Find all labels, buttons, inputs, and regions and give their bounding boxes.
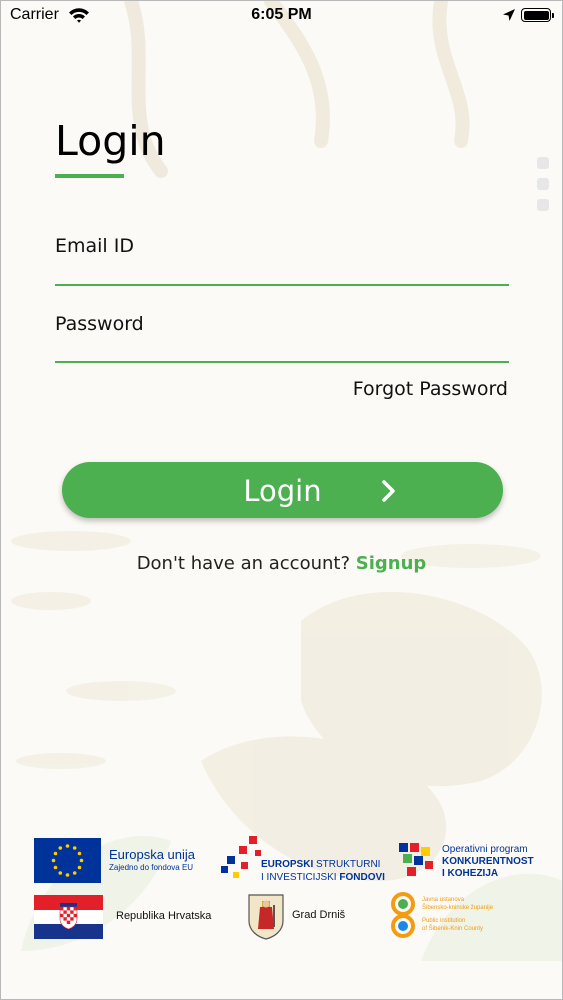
page-title: Login [55,117,166,165]
esif-line1: EUROPSKI STRUKTURNI [261,859,381,870]
no-account-text: Don't have an account? [136,553,351,574]
drnis-name: Grad Drniš [292,909,346,921]
email-underline [55,284,509,286]
esif-line2: I INVESTICIJSKI FONDOVI [261,872,385,883]
eu-name: Europska unija [109,847,195,862]
croatia-name: Republika Hrvatska [116,910,212,922]
eu-subtitle: Zajedno do fondova EU [109,863,194,872]
login-button-label: Login [243,474,322,508]
op-line2: KONKURENTNOST [442,856,534,867]
password-underline [55,361,509,363]
chevron-right-icon [382,480,395,502]
ju-line4: of Šibenik-Knin County [422,926,484,932]
public-institution-logo [391,892,415,938]
op-konkurentnost-logo [399,843,433,876]
email-field[interactable] [55,253,509,283]
eu-flag-logo [34,838,101,883]
clock: 6:05 PM [251,6,312,23]
signup-link[interactable]: Signup [356,553,427,574]
signup-row: Don't have an account? Signup [1,553,562,574]
password-field[interactable] [55,331,509,361]
forgot-password-link[interactable]: Forgot Password [301,378,508,400]
drnis-coat-of-arms-logo [248,894,284,940]
ju-line2: Šibensko-kninske županije [422,905,494,911]
op-line3: I KOHEZIJA [442,868,499,879]
login-screen: Carrier 6:05 PM Login Email ID Password … [0,0,563,1000]
croatia-flag-logo [34,895,103,939]
op-line1: Operativni program [442,844,528,855]
status-bar: Carrier 6:05 PM [1,1,562,31]
location-arrow-icon [503,9,515,21]
ju-line3: Public institution [422,918,466,924]
battery-icon [521,8,554,22]
login-button[interactable]: Login [62,462,503,518]
ju-line1: Javna ustanova [422,897,465,903]
esif-logo [221,836,261,878]
title-underline [55,174,124,178]
